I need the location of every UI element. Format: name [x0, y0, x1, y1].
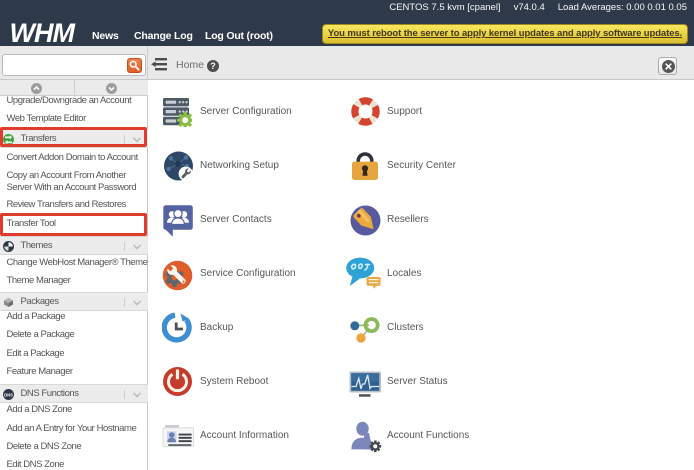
svg-text:DNS: DNS: [4, 393, 13, 398]
